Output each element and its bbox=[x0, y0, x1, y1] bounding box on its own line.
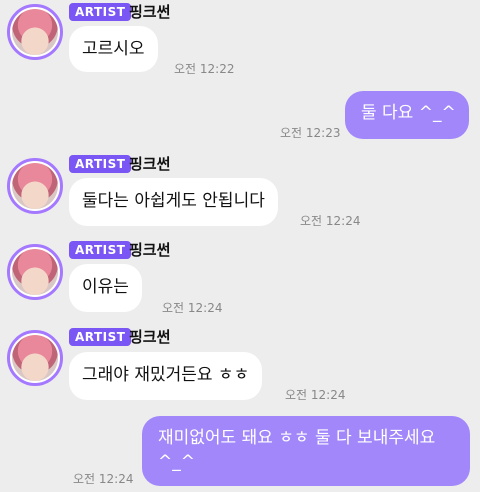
artist-badge: ARTIST bbox=[69, 3, 132, 21]
avatar-photo bbox=[12, 163, 58, 209]
avatar-photo bbox=[12, 249, 58, 295]
artist-avatar[interactable] bbox=[7, 4, 63, 60]
artist-avatar[interactable] bbox=[7, 158, 63, 214]
artist-badge: ARTIST bbox=[69, 241, 132, 259]
outgoing-message-bubble[interactable]: 재미없어도 돼요 ㅎㅎ 둘 다 보내주세요 ^_^ bbox=[142, 416, 470, 486]
incoming-message-bubble[interactable]: 그래야 재밌거든요 ㅎㅎ bbox=[69, 352, 263, 400]
sender-name: 핑크썬 bbox=[129, 3, 171, 21]
sender-name: 핑크썬 bbox=[129, 241, 171, 259]
sender-name: 핑크썬 bbox=[129, 155, 171, 173]
message-time: 오전 12:23 bbox=[280, 126, 341, 140]
artist-avatar[interactable] bbox=[7, 244, 63, 300]
incoming-message-bubble[interactable]: 고르시오 bbox=[69, 26, 158, 72]
message-time: 오전 12:24 bbox=[300, 214, 361, 228]
sender-name: 핑크썬 bbox=[129, 328, 171, 346]
artist-badge: ARTIST bbox=[69, 155, 132, 173]
outgoing-message-bubble[interactable]: 둘 다요 ^_^ bbox=[345, 91, 469, 139]
artist-avatar[interactable] bbox=[7, 330, 63, 386]
message-time: 오전 12:24 bbox=[73, 472, 134, 486]
message-time: 오전 12:22 bbox=[174, 62, 235, 76]
avatar-photo bbox=[12, 335, 58, 381]
message-time: 오전 12:24 bbox=[285, 388, 346, 402]
avatar-photo bbox=[12, 9, 58, 55]
artist-badge: ARTIST bbox=[69, 328, 132, 346]
message-time: 오전 12:24 bbox=[162, 301, 223, 315]
incoming-message-bubble[interactable]: 둘다는 아쉽게도 안됩니다 bbox=[69, 178, 278, 226]
incoming-message-bubble[interactable]: 이유는 bbox=[69, 264, 142, 312]
